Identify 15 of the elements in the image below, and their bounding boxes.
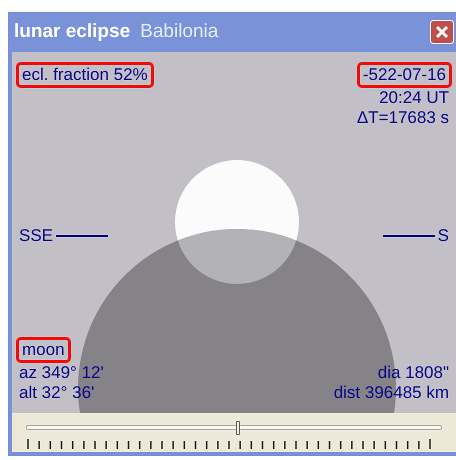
direction-label: SSE <box>18 226 54 246</box>
altitude-label: alt 32° 36' <box>18 383 96 403</box>
eclipse-fraction: ecl. fraction 52% <box>16 62 154 88</box>
azimuth-label: az 349° 12' <box>18 363 105 383</box>
time-label: 20:24 UT <box>378 88 450 108</box>
window-title: lunar eclipse <box>14 20 130 44</box>
distance-label: dist 396485 km <box>332 383 450 403</box>
date-label: -522-07-16 <box>356 62 452 88</box>
slider-thumb[interactable] <box>236 421 240 435</box>
object-label: moon <box>16 337 71 363</box>
direction-label: S <box>436 226 450 246</box>
location-subtitle: Babilonia <box>140 20 218 44</box>
delta-t-label: ΔT=17683 s <box>356 108 450 128</box>
close-icon[interactable] <box>430 20 454 44</box>
diameter-label: dia 1808" <box>376 363 450 383</box>
